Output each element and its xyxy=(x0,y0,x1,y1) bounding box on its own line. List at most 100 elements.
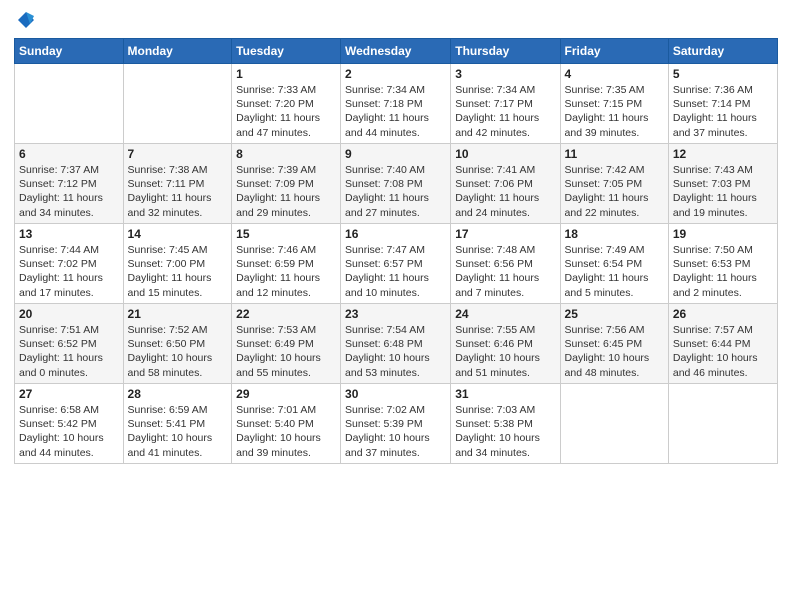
calendar-cell: 2 Sunrise: 7:34 AM Sunset: 7:18 PM Daylig… xyxy=(341,64,451,144)
cell-sun-info: Sunrise: 6:58 AM Sunset: 5:42 PM Dayligh… xyxy=(19,403,119,460)
cell-content: 21 Sunrise: 7:52 AM Sunset: 6:50 PM Dayli… xyxy=(128,307,228,380)
day-number: 16 xyxy=(345,227,446,241)
calendar-cell: 27 Sunrise: 6:58 AM Sunset: 5:42 PM Dayli… xyxy=(15,384,124,464)
cell-content: 24Sunrise: 7:55 AM Sunset: 6:46 PM Dayli… xyxy=(455,307,555,380)
calendar-cell: 24Sunrise: 7:55 AM Sunset: 6:46 PM Dayli… xyxy=(451,304,560,384)
cell-content: 18 Sunrise: 7:49 AM Sunset: 6:54 PM Dayli… xyxy=(565,227,664,300)
cell-content: 5Sunrise: 7:36 AM Sunset: 7:14 PM Daylig… xyxy=(673,67,773,140)
cell-sun-info: Sunrise: 7:03 AM Sunset: 5:38 PM Dayligh… xyxy=(455,403,555,460)
cell-content: 19Sunrise: 7:50 AM Sunset: 6:53 PM Dayli… xyxy=(673,227,773,300)
calendar-cell: 13Sunrise: 7:44 AM Sunset: 7:02 PM Dayli… xyxy=(15,224,124,304)
cell-sun-info: Sunrise: 7:34 AM Sunset: 7:17 PM Dayligh… xyxy=(455,83,555,140)
cell-sun-info: Sunrise: 7:52 AM Sunset: 6:50 PM Dayligh… xyxy=(128,323,228,380)
cell-sun-info: Sunrise: 7:34 AM Sunset: 7:18 PM Dayligh… xyxy=(345,83,446,140)
weekday-header-sunday: Sunday xyxy=(15,39,124,64)
week-row-5: 27 Sunrise: 6:58 AM Sunset: 5:42 PM Dayli… xyxy=(15,384,778,464)
day-number: 17 xyxy=(455,227,555,241)
weekday-header-row: SundayMondayTuesdayWednesdayThursdayFrid… xyxy=(15,39,778,64)
calendar-cell: 20 Sunrise: 7:51 AM Sunset: 6:52 PM Dayli… xyxy=(15,304,124,384)
calendar-cell: 29Sunrise: 7:01 AM Sunset: 5:40 PM Dayli… xyxy=(232,384,341,464)
cell-content: 23Sunrise: 7:54 AM Sunset: 6:48 PM Dayli… xyxy=(345,307,446,380)
calendar-cell: 11Sunrise: 7:42 AM Sunset: 7:05 PM Dayli… xyxy=(560,144,668,224)
weekday-header-thursday: Thursday xyxy=(451,39,560,64)
day-number: 2 xyxy=(345,67,446,81)
cell-sun-info: Sunrise: 7:37 AM Sunset: 7:12 PM Dayligh… xyxy=(19,163,119,220)
day-number: 21 xyxy=(128,307,228,321)
day-number: 1 xyxy=(236,67,336,81)
calendar-cell: 12Sunrise: 7:43 AM Sunset: 7:03 PM Dayli… xyxy=(668,144,777,224)
day-number: 19 xyxy=(673,227,773,241)
calendar-cell: 30 Sunrise: 7:02 AM Sunset: 5:39 PM Dayli… xyxy=(341,384,451,464)
cell-sun-info: Sunrise: 7:40 AM Sunset: 7:08 PM Dayligh… xyxy=(345,163,446,220)
cell-sun-info: Sunrise: 7:56 AM Sunset: 6:45 PM Dayligh… xyxy=(565,323,664,380)
cell-sun-info: Sunrise: 7:51 AM Sunset: 6:52 PM Dayligh… xyxy=(19,323,119,380)
calendar-cell: 31 Sunrise: 7:03 AM Sunset: 5:38 PM Dayli… xyxy=(451,384,560,464)
day-number: 20 xyxy=(19,307,119,321)
cell-content: 4 Sunrise: 7:35 AM Sunset: 7:15 PM Daylig… xyxy=(565,67,664,140)
calendar-cell: 8Sunrise: 7:39 AM Sunset: 7:09 PM Daylig… xyxy=(232,144,341,224)
header xyxy=(14,10,778,30)
day-number: 10 xyxy=(455,147,555,161)
day-number: 6 xyxy=(19,147,119,161)
day-number: 3 xyxy=(455,67,555,81)
weekday-header-wednesday: Wednesday xyxy=(341,39,451,64)
cell-sun-info: Sunrise: 7:02 AM Sunset: 5:39 PM Dayligh… xyxy=(345,403,446,460)
day-number: 27 xyxy=(19,387,119,401)
cell-content: 16 Sunrise: 7:47 AM Sunset: 6:57 PM Dayli… xyxy=(345,227,446,300)
calendar-cell xyxy=(123,64,232,144)
cell-sun-info: Sunrise: 7:43 AM Sunset: 7:03 PM Dayligh… xyxy=(673,163,773,220)
calendar-cell: 16 Sunrise: 7:47 AM Sunset: 6:57 PM Dayli… xyxy=(341,224,451,304)
logo xyxy=(14,10,36,30)
cell-sun-info: Sunrise: 6:59 AM Sunset: 5:41 PM Dayligh… xyxy=(128,403,228,460)
cell-content: 12Sunrise: 7:43 AM Sunset: 7:03 PM Dayli… xyxy=(673,147,773,220)
day-number: 30 xyxy=(345,387,446,401)
cell-content: 7Sunrise: 7:38 AM Sunset: 7:11 PM Daylig… xyxy=(128,147,228,220)
cell-content: 17 Sunrise: 7:48 AM Sunset: 6:56 PM Dayli… xyxy=(455,227,555,300)
day-number: 29 xyxy=(236,387,336,401)
logo-icon xyxy=(16,10,36,30)
cell-content: 25Sunrise: 7:56 AM Sunset: 6:45 PM Dayli… xyxy=(565,307,664,380)
cell-sun-info: Sunrise: 7:47 AM Sunset: 6:57 PM Dayligh… xyxy=(345,243,446,300)
cell-sun-info: Sunrise: 7:38 AM Sunset: 7:11 PM Dayligh… xyxy=(128,163,228,220)
calendar-cell: 1Sunrise: 7:33 AM Sunset: 7:20 PM Daylig… xyxy=(232,64,341,144)
calendar-cell: 28Sunrise: 6:59 AM Sunset: 5:41 PM Dayli… xyxy=(123,384,232,464)
cell-sun-info: Sunrise: 7:48 AM Sunset: 6:56 PM Dayligh… xyxy=(455,243,555,300)
cell-sun-info: Sunrise: 7:49 AM Sunset: 6:54 PM Dayligh… xyxy=(565,243,664,300)
weekday-header-tuesday: Tuesday xyxy=(232,39,341,64)
calendar-cell: 18 Sunrise: 7:49 AM Sunset: 6:54 PM Dayli… xyxy=(560,224,668,304)
calendar-cell: 7Sunrise: 7:38 AM Sunset: 7:11 PM Daylig… xyxy=(123,144,232,224)
cell-content: 31 Sunrise: 7:03 AM Sunset: 5:38 PM Dayli… xyxy=(455,387,555,460)
cell-sun-info: Sunrise: 7:46 AM Sunset: 6:59 PM Dayligh… xyxy=(236,243,336,300)
week-row-1: 1Sunrise: 7:33 AM Sunset: 7:20 PM Daylig… xyxy=(15,64,778,144)
day-number: 31 xyxy=(455,387,555,401)
day-number: 9 xyxy=(345,147,446,161)
calendar-cell: 10Sunrise: 7:41 AM Sunset: 7:06 PM Dayli… xyxy=(451,144,560,224)
calendar-cell xyxy=(668,384,777,464)
weekday-header-friday: Friday xyxy=(560,39,668,64)
calendar-cell: 22Sunrise: 7:53 AM Sunset: 6:49 PM Dayli… xyxy=(232,304,341,384)
cell-content: 2 Sunrise: 7:34 AM Sunset: 7:18 PM Daylig… xyxy=(345,67,446,140)
calendar-cell: 17 Sunrise: 7:48 AM Sunset: 6:56 PM Dayli… xyxy=(451,224,560,304)
day-number: 18 xyxy=(565,227,664,241)
week-row-2: 6 Sunrise: 7:37 AM Sunset: 7:12 PM Daylig… xyxy=(15,144,778,224)
calendar-cell: 25Sunrise: 7:56 AM Sunset: 6:45 PM Dayli… xyxy=(560,304,668,384)
calendar-cell: 6 Sunrise: 7:37 AM Sunset: 7:12 PM Daylig… xyxy=(15,144,124,224)
cell-content: 11Sunrise: 7:42 AM Sunset: 7:05 PM Dayli… xyxy=(565,147,664,220)
calendar-cell: 26Sunrise: 7:57 AM Sunset: 6:44 PM Dayli… xyxy=(668,304,777,384)
cell-sun-info: Sunrise: 7:45 AM Sunset: 7:00 PM Dayligh… xyxy=(128,243,228,300)
week-row-3: 13Sunrise: 7:44 AM Sunset: 7:02 PM Dayli… xyxy=(15,224,778,304)
cell-content: 30 Sunrise: 7:02 AM Sunset: 5:39 PM Dayli… xyxy=(345,387,446,460)
page: SundayMondayTuesdayWednesdayThursdayFrid… xyxy=(0,0,792,612)
calendar-cell: 4 Sunrise: 7:35 AM Sunset: 7:15 PM Daylig… xyxy=(560,64,668,144)
day-number: 23 xyxy=(345,307,446,321)
calendar-cell: 21 Sunrise: 7:52 AM Sunset: 6:50 PM Dayli… xyxy=(123,304,232,384)
calendar-cell: 15Sunrise: 7:46 AM Sunset: 6:59 PM Dayli… xyxy=(232,224,341,304)
cell-content: 8Sunrise: 7:39 AM Sunset: 7:09 PM Daylig… xyxy=(236,147,336,220)
day-number: 4 xyxy=(565,67,664,81)
cell-content: 14Sunrise: 7:45 AM Sunset: 7:00 PM Dayli… xyxy=(128,227,228,300)
cell-content: 6 Sunrise: 7:37 AM Sunset: 7:12 PM Daylig… xyxy=(19,147,119,220)
cell-sun-info: Sunrise: 7:35 AM Sunset: 7:15 PM Dayligh… xyxy=(565,83,664,140)
cell-content: 29Sunrise: 7:01 AM Sunset: 5:40 PM Dayli… xyxy=(236,387,336,460)
calendar-cell xyxy=(560,384,668,464)
day-number: 24 xyxy=(455,307,555,321)
